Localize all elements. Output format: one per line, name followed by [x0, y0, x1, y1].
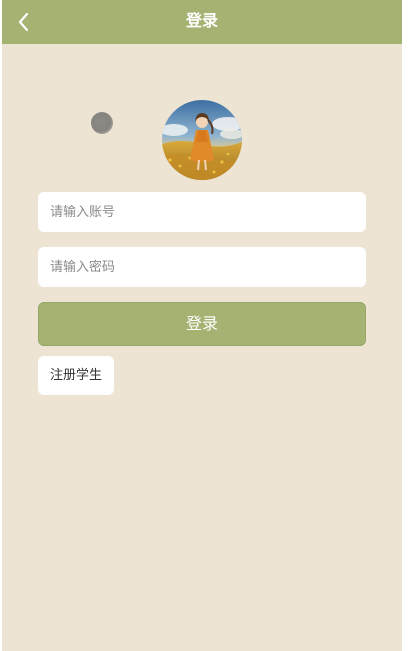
login-page: 登录 请输入账号 登录 注册学生 [2, 0, 402, 651]
avatar [162, 100, 242, 180]
avatar-illustration [162, 100, 242, 180]
password-input[interactable] [38, 247, 366, 287]
chevron-left-icon [18, 12, 29, 32]
page-title: 登录 [185, 11, 218, 30]
top-bar: 登录 [2, 0, 402, 44]
register-student-button[interactable]: 注册学生 [38, 356, 114, 395]
floating-assistive-button[interactable] [91, 112, 113, 134]
login-button[interactable]: 登录 [38, 302, 366, 346]
back-button[interactable] [12, 8, 40, 36]
account-input[interactable] [38, 192, 366, 232]
